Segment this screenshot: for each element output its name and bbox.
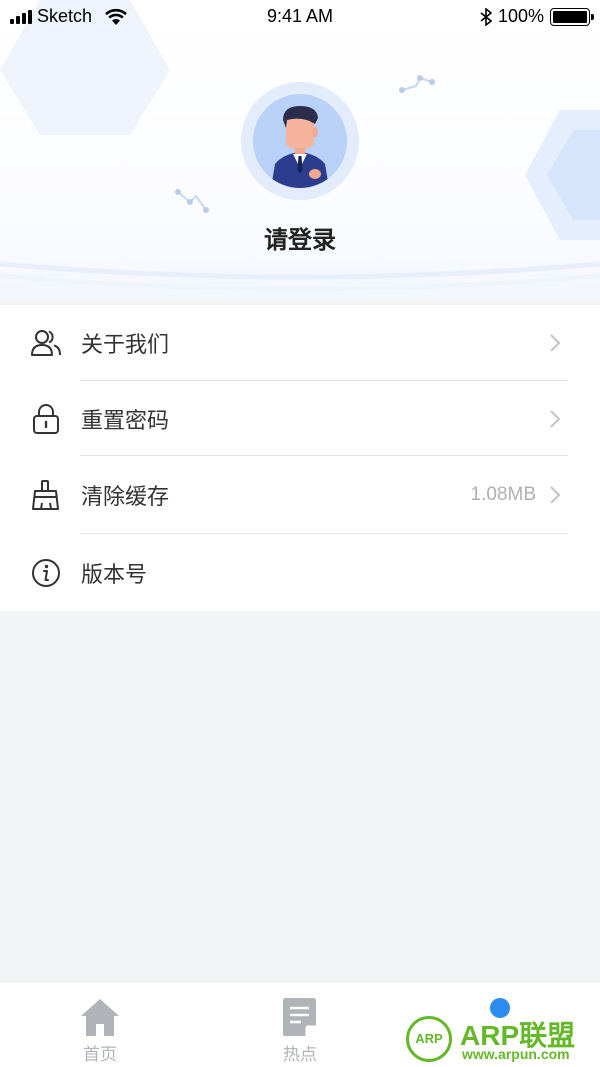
menu-item-label: 关于我们: [81, 333, 170, 358]
settings-menu: 关于我们 重置密码 清除缓存 1.08MB 版本号: [0, 305, 600, 611]
divider: [80, 455, 568, 456]
user-avatar-icon: [271, 106, 329, 188]
document-icon: [283, 998, 316, 1036]
avatar[interactable]: [241, 82, 359, 200]
info-icon: [32, 559, 60, 587]
watermark-logo: ARP ARP联盟 www.arpun.com: [404, 1012, 600, 1067]
menu-item-reset-password[interactable]: 重置密码: [0, 381, 600, 457]
watermark-circle: ARP: [406, 1016, 452, 1062]
bluetooth-icon: [480, 7, 492, 26]
watermark-url: www.arpun.com: [462, 1046, 570, 1062]
menu-item-clear-cache[interactable]: 清除缓存 1.08MB: [0, 457, 600, 533]
decorative-dots-left: [175, 189, 209, 213]
decorative-wave: [0, 261, 600, 291]
lock-icon: [33, 404, 59, 434]
menu-item-label: 版本号: [81, 563, 148, 588]
users-icon: [31, 330, 61, 356]
chevron-right-icon: [550, 334, 561, 352]
cache-size-value: 1.08MB: [470, 484, 536, 505]
broom-icon: [32, 480, 59, 510]
menu-item-label: 清除缓存: [81, 485, 170, 510]
chevron-right-icon: [550, 410, 561, 428]
tab-hot[interactable]: 热点: [200, 982, 400, 1067]
status-bar: Sketch 9:41 AM 100%: [0, 0, 600, 34]
divider: [80, 533, 568, 534]
home-icon: [81, 999, 119, 1036]
decorative-dots-top: [399, 75, 435, 93]
menu-item-about-us[interactable]: 关于我们: [0, 305, 600, 381]
login-prompt[interactable]: 请登录: [0, 220, 600, 255]
battery-percent: 100%: [497, 6, 544, 26]
battery-icon: [550, 7, 594, 26]
tab-label: 首页: [83, 1045, 117, 1065]
profile-header: Sketch 9:41 AM 100% 请登录: [0, 0, 600, 300]
tab-label: 热点: [283, 1045, 317, 1065]
chevron-right-icon: [550, 486, 561, 504]
menu-item-version: 版本号: [0, 535, 600, 611]
menu-item-label: 重置密码: [81, 409, 170, 434]
tab-home[interactable]: 首页: [0, 982, 200, 1067]
